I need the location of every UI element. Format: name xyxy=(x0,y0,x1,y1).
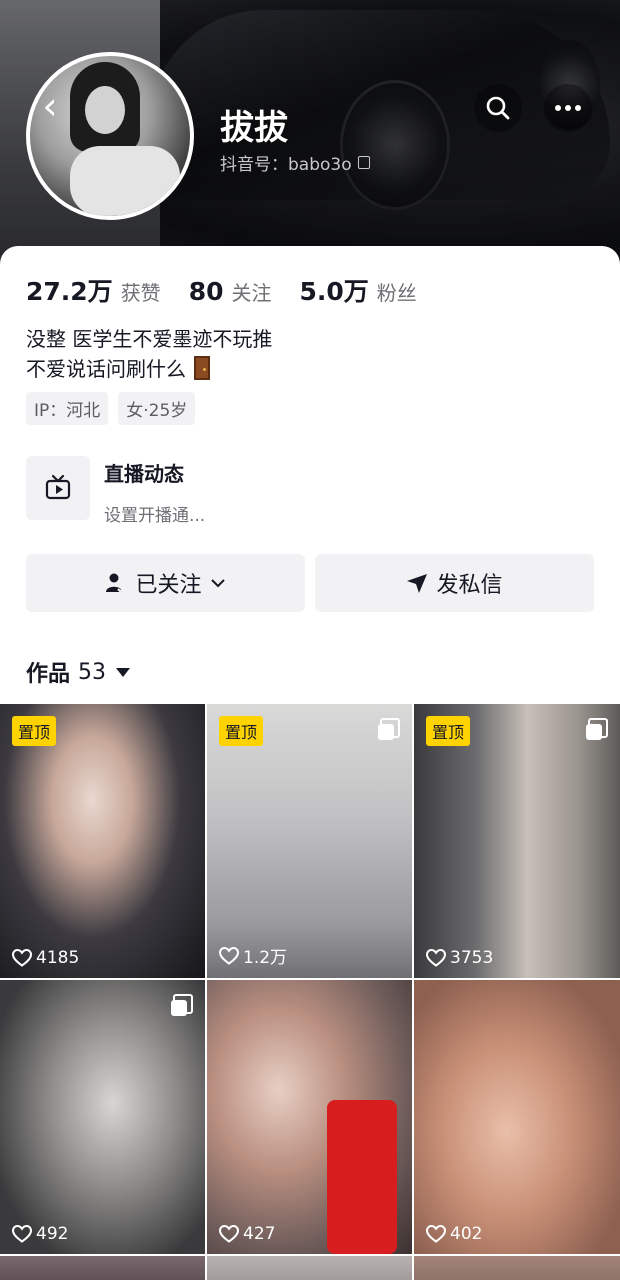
send-message-label: 发私信 xyxy=(436,573,503,598)
video-tile[interactable]: 427 xyxy=(207,980,412,1254)
stat-value: 27.2万 xyxy=(26,277,113,306)
live-subtitle: 设置开播通... xyxy=(104,506,206,526)
heart-icon xyxy=(219,1225,239,1243)
bio-line-text: 不爱说话问刷什么 xyxy=(26,357,186,381)
like-count: 4185 xyxy=(12,948,79,968)
like-count-text: 3753 xyxy=(450,948,494,968)
like-count-text: 492 xyxy=(36,1224,69,1244)
profile-nickname: 拔拔 xyxy=(220,108,288,148)
video-tile[interactable]: 492 xyxy=(0,980,205,1254)
stat-value: 5.0万 xyxy=(299,277,369,306)
caret-down-icon xyxy=(116,667,131,677)
stat-followers[interactable]: 5.0万 粉丝 xyxy=(299,272,416,308)
more-button[interactable] xyxy=(544,84,592,132)
video-tile[interactable] xyxy=(207,1256,412,1280)
profile-main: 27.2万 获赞 80 关注 5.0万 粉丝 没整 医学生不爱墨迹不玩推 不爱说… xyxy=(0,246,620,1280)
live-text: 直播动态 设置开播通... xyxy=(104,456,205,526)
profile-tags: IP：河北 女·25岁 xyxy=(26,392,196,425)
heart-icon xyxy=(426,949,446,967)
heart-icon xyxy=(426,1225,446,1243)
more-icon xyxy=(555,105,581,111)
like-count: 3753 xyxy=(426,948,493,968)
multi-image-icon xyxy=(171,994,193,1016)
search-button[interactable] xyxy=(474,84,522,132)
send-icon xyxy=(407,574,428,593)
like-count: 427 xyxy=(219,1224,275,1244)
video-tile[interactable]: 置顶 4185 xyxy=(0,704,205,978)
following-label: 已关注 xyxy=(135,573,202,598)
stat-value: 80 xyxy=(188,277,224,306)
heart-icon xyxy=(219,946,239,965)
avatar-face xyxy=(85,86,125,134)
like-count-text: 427 xyxy=(243,1224,276,1244)
avatar-figure xyxy=(70,146,180,216)
ip-location-tag: IP：河北 xyxy=(26,392,109,425)
like-count-text: 1.2万 xyxy=(243,948,288,968)
pinned-badge: 置顶 xyxy=(12,716,57,746)
video-tile[interactable]: 402 xyxy=(414,980,620,1254)
heart-icon xyxy=(12,949,32,967)
stat-label: 关注 xyxy=(231,281,272,305)
door-emoji-icon xyxy=(194,356,211,380)
stat-label: 获赞 xyxy=(120,281,161,305)
stat-likes[interactable]: 27.2万 获赞 xyxy=(26,272,161,308)
works-grid: 置顶 4185 置顶 1.2万 置顶 3753 492 427 402 xyxy=(0,704,620,1280)
like-count: 1.2万 xyxy=(219,943,287,968)
stats-row: 27.2万 获赞 80 关注 5.0万 粉丝 xyxy=(26,272,417,308)
tv-icon xyxy=(45,474,71,500)
multi-image-icon xyxy=(586,718,608,740)
send-message-button[interactable]: 发私信 xyxy=(315,554,594,612)
back-button[interactable]: ‹ xyxy=(30,86,70,126)
live-title: 直播动态 xyxy=(104,462,184,486)
pinned-badge: 置顶 xyxy=(426,716,471,746)
user-check-icon xyxy=(106,573,127,594)
works-tab[interactable]: 作品 53 xyxy=(26,656,131,688)
avatar[interactable] xyxy=(26,52,194,220)
live-updates-entry[interactable]: 直播动态 设置开播通... xyxy=(26,456,594,526)
douyin-id[interactable]: 抖音号：babo3o xyxy=(220,150,370,175)
like-count-text: 4185 xyxy=(36,948,80,968)
video-tile[interactable]: 置顶 1.2万 xyxy=(207,704,412,978)
gender-age-tag: 女·25岁 xyxy=(118,392,196,425)
profile-actions: 已关注 发私信 xyxy=(26,554,594,612)
live-icon-box xyxy=(26,456,90,520)
stat-following[interactable]: 80 关注 xyxy=(189,277,272,306)
video-tile[interactable] xyxy=(414,1256,620,1280)
chevron-down-icon xyxy=(210,579,225,588)
copy-icon[interactable] xyxy=(357,156,370,169)
like-count: 402 xyxy=(426,1224,482,1244)
soda-can-graphic xyxy=(327,1100,397,1254)
stat-label: 粉丝 xyxy=(376,281,417,305)
profile-header: ‹ 拔拔 抖音号：babo3o xyxy=(0,0,620,280)
video-tile[interactable] xyxy=(0,1256,205,1280)
works-label: 作品 xyxy=(26,662,71,687)
multi-image-icon xyxy=(378,718,400,740)
bio-line: 没整 医学生不爱墨迹不玩推 xyxy=(26,327,273,351)
bio: 没整 医学生不爱墨迹不玩推 不爱说话问刷什么 xyxy=(26,324,272,384)
works-count: 53 xyxy=(78,659,107,685)
video-tile[interactable]: 置顶 3753 xyxy=(414,704,620,978)
like-count: 492 xyxy=(12,1224,68,1244)
bio-line-2: 不爱说话问刷什么 xyxy=(26,354,272,384)
heart-icon xyxy=(12,1225,32,1243)
chevron-left-icon: ‹ xyxy=(42,84,58,128)
like-count-text: 402 xyxy=(450,1224,483,1244)
following-button[interactable]: 已关注 xyxy=(26,554,305,612)
pinned-badge: 置顶 xyxy=(219,716,264,746)
douyin-id-text: 抖音号：babo3o xyxy=(220,155,352,175)
search-icon xyxy=(486,96,510,120)
